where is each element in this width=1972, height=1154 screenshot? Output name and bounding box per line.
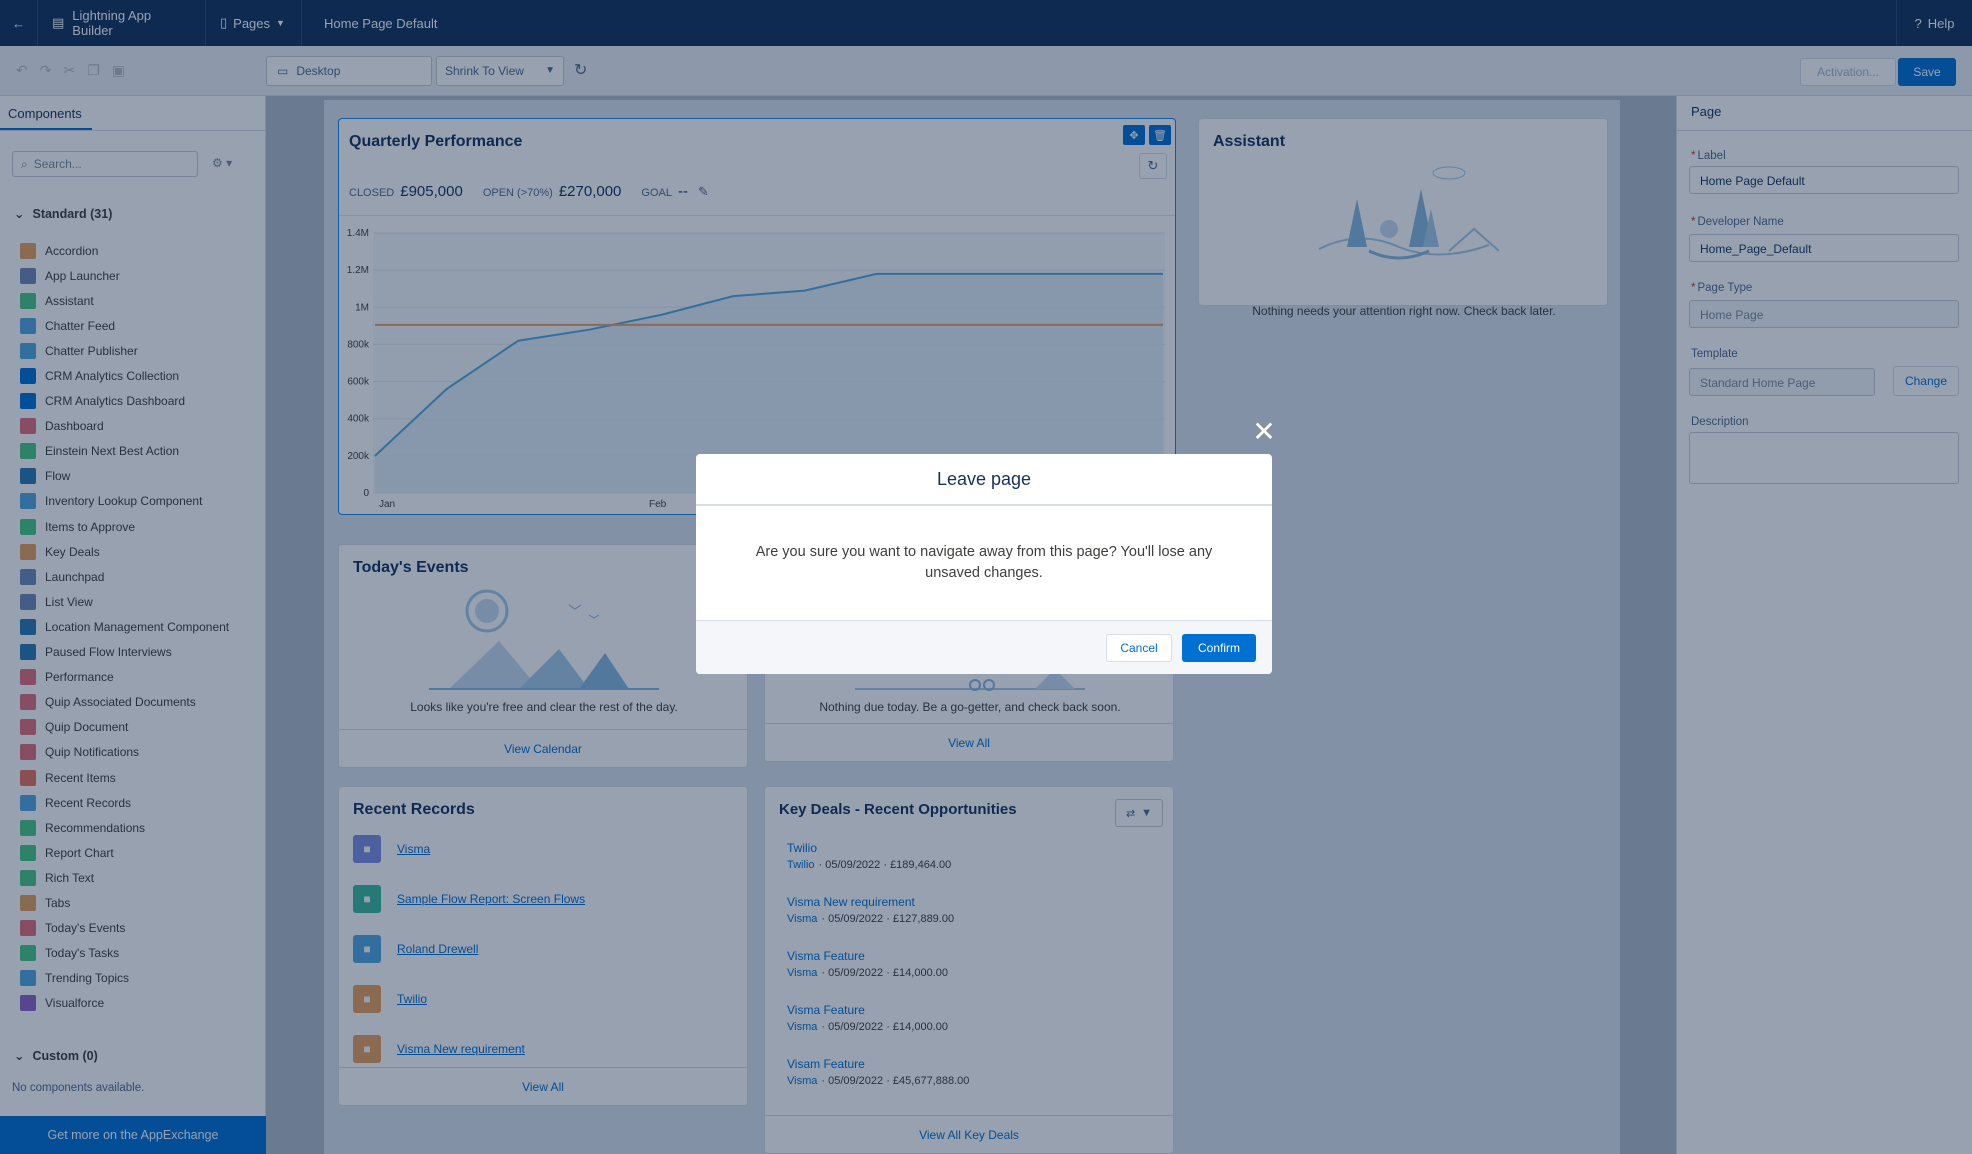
dialog-message: Are you sure you want to navigate away f… bbox=[755, 544, 1213, 581]
confirm-button[interactable]: Confirm bbox=[1182, 634, 1256, 662]
dialog-title: Leave page bbox=[696, 454, 1272, 506]
leave-page-dialog: Leave page Are you sure you want to navi… bbox=[696, 454, 1272, 674]
close-icon[interactable]: ✕ bbox=[1250, 418, 1278, 446]
dialog-footer: Cancel Confirm bbox=[696, 620, 1272, 674]
cancel-button[interactable]: Cancel bbox=[1106, 634, 1172, 662]
